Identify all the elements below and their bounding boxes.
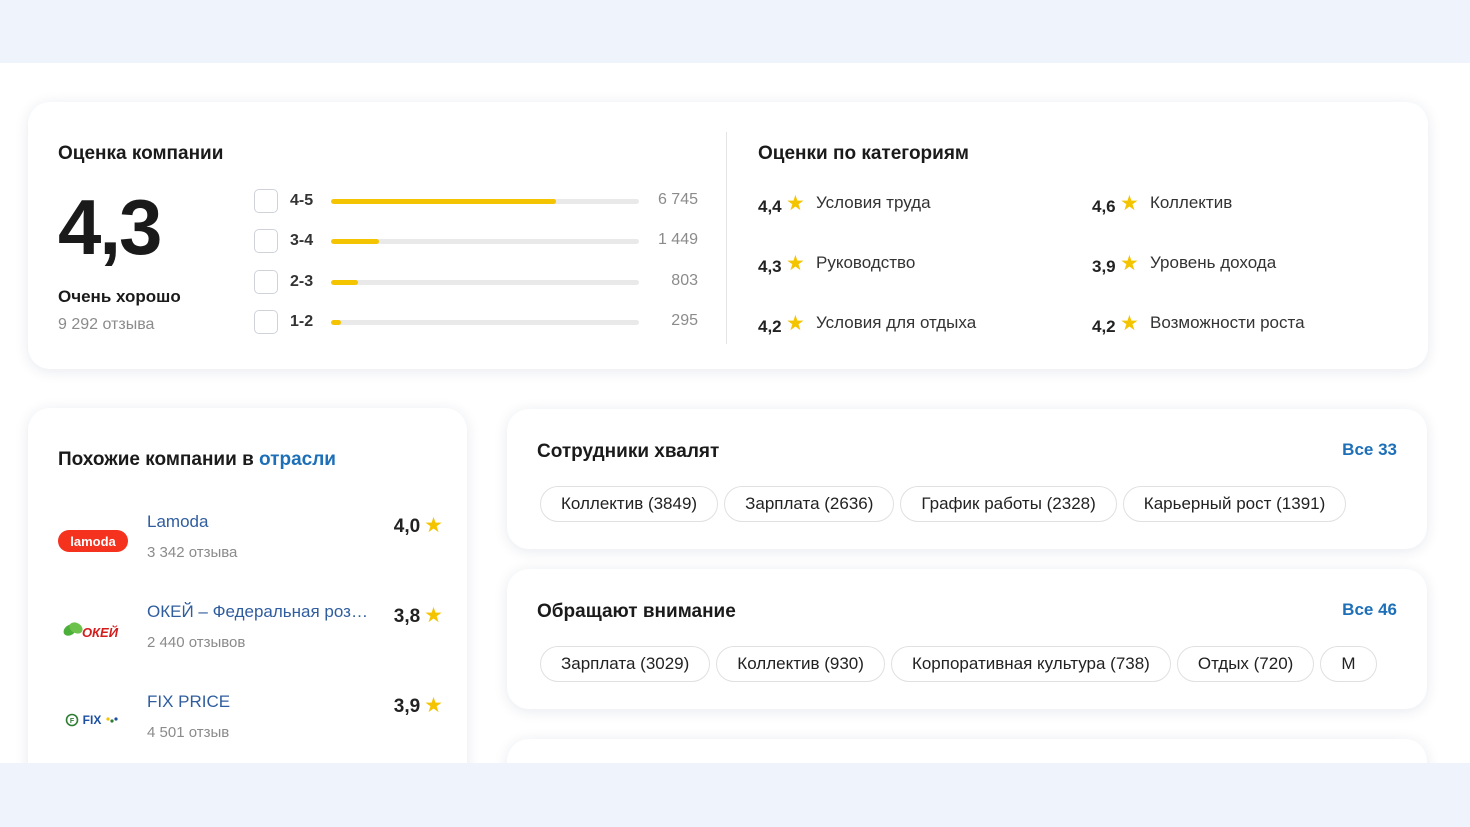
star-icon: ★	[1120, 252, 1139, 275]
attention-all-link[interactable]: Все 46	[1342, 600, 1397, 620]
attention-tag[interactable]: Отдых (720)	[1176, 646, 1315, 682]
similar-companies-card: Похожие компании в отрасли lamoda Lamoda…	[28, 408, 467, 763]
praise-tag[interactable]: Коллектив (3849)	[540, 486, 719, 522]
attention-card: Обращают внимание Все 46 Зарплата (3029)…	[507, 569, 1427, 709]
praise-tag[interactable]: График работы (2328)	[900, 486, 1117, 522]
star-icon: ★	[424, 514, 443, 537]
star-icon: ★	[786, 312, 805, 335]
category-score: 4,6	[1092, 197, 1116, 216]
overall-score: 4,3	[58, 183, 162, 271]
lamoda-logo-text: lamoda	[70, 534, 116, 549]
company-score: 3,9 ★	[394, 693, 443, 718]
attention-tag[interactable]: Корпоративная культура (738)	[890, 646, 1171, 682]
checkbox-icon[interactable]	[254, 270, 278, 294]
reviews-count: 9 292 отзыва	[58, 316, 155, 333]
svg-text:F: F	[70, 718, 75, 725]
attention-tag[interactable]: Коллектив (930)	[716, 646, 885, 682]
company-score-value: 4,0	[393, 516, 421, 537]
star-icon: ★	[786, 192, 805, 215]
distribution-bar-fill	[331, 199, 556, 204]
distribution-bar	[331, 199, 639, 204]
praise-all-link[interactable]: Все 33	[1342, 440, 1397, 460]
company-name[interactable]: FIX PRICE	[147, 692, 377, 712]
distribution-count: 1 449	[657, 231, 698, 248]
distribution-label: 4-5	[290, 192, 314, 209]
distribution-count: 6 745	[657, 191, 698, 208]
category-score: 4,2	[1092, 317, 1116, 336]
attention-tag[interactable]: Зарплата (3029)	[540, 646, 711, 682]
rating-card: Оценка компании 4,3 Очень хорошо 9 292 о…	[28, 102, 1428, 369]
okey-logo: ОКЕЙ	[58, 602, 128, 662]
distribution-row[interactable]: 4-5 6 745	[254, 189, 698, 213]
distribution-label: 3-4	[290, 232, 314, 249]
category-label: Руководство	[816, 253, 916, 272]
distribution-count: 295	[671, 312, 698, 329]
score-verdict: Очень хорошо	[58, 287, 181, 306]
attention-title: Обращают внимание	[537, 601, 736, 622]
fixprice-logo-text: FIX	[83, 713, 102, 727]
star-icon: ★	[1120, 192, 1139, 215]
categories-title: Оценки по категориям	[758, 143, 969, 164]
star-icon: ★	[424, 604, 443, 627]
praise-tags: Коллектив (3849) Зарплата (2636) График ра…	[540, 486, 1397, 522]
distribution-count: 803	[671, 272, 698, 289]
company-item[interactable]: lamoda Lamoda 3 342 отзыва 4,0 ★	[58, 512, 443, 572]
distribution-bar-fill	[331, 239, 380, 244]
okey-logo-text: ОКЕЙ	[82, 624, 119, 640]
similar-title-text: Похожие компании в	[58, 449, 254, 470]
checkbox-icon[interactable]	[254, 310, 278, 334]
checkbox-icon[interactable]	[254, 189, 278, 213]
similar-title: Похожие компании в отрасли	[58, 449, 336, 471]
praise-tag[interactable]: Зарплата (2636)	[724, 486, 895, 522]
page-content: Оценка компании 4,3 Очень хорошо 9 292 о…	[0, 63, 1470, 763]
company-reviews: 2 440 отзывов	[147, 634, 246, 651]
star-icon: ★	[786, 252, 805, 275]
distribution-bar-fill	[331, 280, 358, 285]
lamoda-logo: lamoda	[58, 512, 128, 572]
company-name[interactable]: Lamoda	[147, 512, 377, 532]
company-reviews: 4 501 отзыв	[147, 724, 230, 741]
attention-tags: Зарплата (3029) Коллектив (930) Корпоратив…	[540, 646, 1397, 682]
category-label: Коллектив	[1150, 193, 1233, 212]
distribution-bar	[331, 320, 639, 325]
distribution-bar-fill	[331, 320, 341, 325]
industry-link[interactable]: отрасли	[259, 449, 336, 470]
distribution-row[interactable]: 3-4 1 449	[254, 229, 698, 253]
category-label: Уровень дохода	[1150, 253, 1277, 272]
category-score: 4,2	[758, 317, 782, 336]
attention-tag[interactable]: М	[1320, 646, 1377, 682]
distribution-row[interactable]: 2-3 803	[254, 270, 698, 294]
category-score: 4,3	[758, 257, 782, 276]
rating-title: Оценка компании	[58, 143, 224, 164]
divider	[726, 132, 727, 344]
company-name[interactable]: ОКЕЙ – Федеральная розничная сеть	[147, 602, 377, 622]
praise-card: Сотрудники хвалят Все 33 Коллектив (3849…	[507, 409, 1427, 549]
category-score: 4,4	[758, 197, 782, 216]
next-card	[507, 739, 1427, 763]
company-score: 3,8 ★	[394, 603, 443, 628]
distribution-label: 1-2	[290, 313, 314, 330]
company-reviews: 3 342 отзыва	[147, 544, 238, 561]
distribution-label: 2-3	[290, 273, 314, 290]
company-score-value: 3,8	[393, 606, 421, 627]
fixprice-logo: F FIX	[58, 692, 128, 752]
company-item[interactable]: ОКЕЙ ОКЕЙ – Федеральная розничная сеть 2…	[58, 602, 443, 662]
company-score-value: 3,9	[393, 696, 421, 717]
distribution-bar	[331, 280, 639, 285]
praise-title: Сотрудники хвалят	[537, 441, 720, 462]
company-item[interactable]: F FIX FIX PRICE 4 501 отзыв 3,9 ★	[58, 692, 443, 752]
category-label: Возможности роста	[1150, 313, 1305, 332]
praise-tag[interactable]: Карьерный рост (1391)	[1122, 486, 1347, 522]
distribution-bar	[331, 239, 639, 244]
category-label: Условия для отдыха	[816, 313, 977, 332]
distribution-row[interactable]: 1-2 295	[254, 310, 698, 334]
category-score: 3,9	[1092, 257, 1116, 276]
star-icon: ★	[1120, 312, 1139, 335]
category-label: Условия труда	[816, 193, 931, 212]
star-icon: ★	[424, 694, 443, 717]
checkbox-icon[interactable]	[254, 229, 278, 253]
company-score: 4,0 ★	[394, 513, 443, 538]
